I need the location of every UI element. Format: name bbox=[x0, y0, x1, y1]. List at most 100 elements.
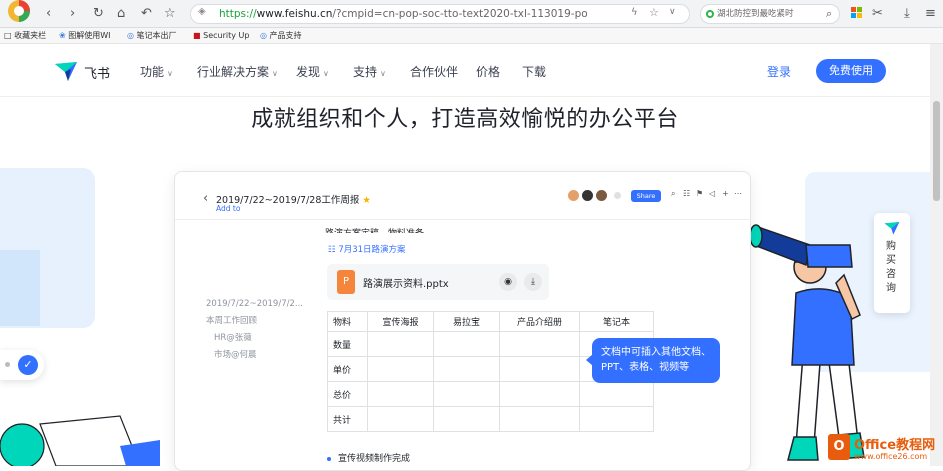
table-header-cell[interactable]: 物料 bbox=[327, 311, 368, 332]
search-placeholder: 湖北防控到最吃紧时 bbox=[717, 9, 794, 19]
share-button[interactable]: Share bbox=[631, 190, 661, 202]
status-pill[interactable]: ✓ bbox=[0, 350, 44, 380]
undo-close-icon[interactable]: ↶ bbox=[141, 0, 152, 28]
avatar-more[interactable] bbox=[613, 191, 622, 200]
doc-preview-card: ‹ 2019/7/22~2019/7/28工作周报 ★ Add to Share … bbox=[174, 171, 751, 471]
file-name: 路演展示资料.pptx bbox=[363, 279, 449, 290]
avatar[interactable] bbox=[567, 189, 580, 202]
nav-item-discover[interactable]: 发现 ∨ bbox=[296, 63, 329, 80]
table-cell[interactable] bbox=[499, 356, 580, 382]
doc-link[interactable]: ☷ 7月31日路演方案 bbox=[328, 243, 406, 255]
outline-item[interactable]: 本周工作回顾 bbox=[206, 313, 303, 330]
add-icon[interactable]: + bbox=[722, 189, 729, 198]
table-row-label[interactable]: 数量 bbox=[327, 331, 368, 357]
table-row-label[interactable]: 共计 bbox=[327, 406, 368, 432]
bookmark-item[interactable]: ❀ 图解使用WI bbox=[59, 30, 111, 42]
outline-item[interactable]: 2019/7/22~2019/7/2... bbox=[206, 296, 303, 313]
table-cell[interactable] bbox=[579, 381, 654, 407]
more-icon[interactable]: ⋯ bbox=[734, 189, 742, 198]
bookmark-folder[interactable]: □ 收藏夹栏 bbox=[4, 30, 46, 42]
bookmark-item[interactable]: ■ Security Up bbox=[193, 30, 249, 42]
menu-icon[interactable]: ≡ bbox=[925, 0, 936, 28]
avatar[interactable] bbox=[581, 189, 594, 202]
table-cell[interactable] bbox=[367, 381, 434, 407]
back-chevron-icon[interactable]: ‹ bbox=[203, 191, 208, 206]
avatar[interactable] bbox=[595, 189, 608, 202]
logo-text[interactable]: 飞书 bbox=[84, 63, 110, 82]
chevron-down-icon: ∨ bbox=[380, 69, 386, 78]
apps-icon[interactable] bbox=[851, 0, 862, 28]
hero-title: 成就组织和个人，打造高效愉悦的办公平台 bbox=[251, 107, 679, 132]
purchase-consult-button[interactable]: 购买咨询 bbox=[874, 213, 910, 313]
nav-item-pricing[interactable]: 价格 bbox=[476, 63, 500, 80]
download-icon[interactable]: ⤓ bbox=[524, 273, 542, 291]
table-row-label[interactable]: 单价 bbox=[327, 356, 368, 382]
comment-icon[interactable]: ☷ bbox=[683, 189, 690, 198]
login-link[interactable]: 登录 bbox=[767, 63, 791, 80]
scissors-icon[interactable]: ✂ bbox=[872, 0, 883, 28]
nav-item-support[interactable]: 支持 ∨ bbox=[353, 63, 386, 80]
bookmarks-bar: □ 收藏夹栏 ❀ 图解使用WI ◎ 笔记本出厂 ■ Security Up ◎ … bbox=[0, 28, 943, 44]
pin-icon[interactable]: ⚑ bbox=[696, 189, 703, 198]
forward-icon[interactable]: › bbox=[70, 0, 75, 28]
table-cell[interactable] bbox=[499, 406, 580, 432]
nav-item-download[interactable]: 下载 bbox=[522, 63, 546, 80]
table-cell[interactable] bbox=[367, 356, 434, 382]
search-input[interactable]: 湖北防控到最吃紧时 bbox=[700, 4, 840, 24]
table-cell[interactable] bbox=[499, 381, 580, 407]
table-cell[interactable] bbox=[433, 406, 500, 432]
doc-add-to-link[interactable]: Add to bbox=[216, 204, 240, 213]
doc-outline: 2019/7/22~2019/7/2... 本周工作回顾 HR@张薇 市场@何晨 bbox=[206, 296, 303, 364]
check-icon: ✓ bbox=[18, 355, 38, 375]
page-scrollbar[interactable] bbox=[930, 44, 943, 466]
table-row-label[interactable]: 总价 bbox=[327, 381, 368, 407]
file-attachment[interactable]: P 路演展示资料.pptx ◉ ⤓ bbox=[327, 264, 549, 300]
star-icon[interactable]: ★ bbox=[362, 195, 371, 206]
address-bar[interactable]: ◈ https://www.feishu.cn/?cmpid=cn-pop-so… bbox=[190, 4, 690, 24]
nav-item-solutions[interactable]: 行业解决方案 ∨ bbox=[197, 63, 278, 80]
favorite-star-icon[interactable]: ☆ bbox=[164, 0, 176, 28]
table-header-cell[interactable]: 产品介绍册 bbox=[499, 311, 580, 332]
preview-eye-icon[interactable]: ◉ bbox=[499, 273, 517, 291]
table-cell[interactable] bbox=[367, 331, 434, 357]
feishu-logo-icon[interactable] bbox=[54, 60, 78, 82]
back-icon[interactable]: ‹ bbox=[46, 0, 51, 28]
url-text[interactable]: https://www.feishu.cn/?cmpid=cn-pop-soc-… bbox=[219, 5, 588, 23]
scrollbar-thumb[interactable] bbox=[933, 101, 940, 201]
speaker-icon[interactable]: ◁ bbox=[709, 189, 715, 198]
chevron-down-icon[interactable]: ∨ bbox=[669, 7, 676, 17]
doc-icon: ☷ bbox=[328, 245, 339, 255]
search-icon[interactable]: ⌕ bbox=[671, 189, 675, 199]
table-header-cell[interactable]: 易拉宝 bbox=[433, 311, 500, 332]
table-row: 共计 bbox=[327, 406, 654, 432]
table-header-cell[interactable]: 宣传海报 bbox=[367, 311, 434, 332]
tooltip-line: PPT、表格、视频等 bbox=[601, 362, 690, 373]
table-cell[interactable] bbox=[499, 331, 580, 357]
table-cell[interactable] bbox=[433, 356, 500, 382]
bookmark-item[interactable]: ◎ 产品支持 bbox=[260, 30, 302, 42]
table-cell[interactable] bbox=[579, 406, 654, 432]
table-cell[interactable] bbox=[433, 381, 500, 407]
table-header-cell[interactable]: 笔记本 bbox=[579, 311, 654, 332]
doc-header: ‹ 2019/7/22~2019/7/28工作周报 ★ Add to Share … bbox=[175, 172, 750, 220]
paper-illustration bbox=[0, 415, 160, 466]
site-header: 飞书 功能 ∨ 行业解决方案 ∨ 发现 ∨ 支持 ∨ 合作伙伴 价格 下载 登录 免费使… bbox=[0, 45, 930, 97]
bullet-icon bbox=[327, 456, 331, 461]
watermark-title: Office教程网 bbox=[854, 438, 936, 453]
table-cell[interactable] bbox=[433, 331, 500, 357]
lightning-icon[interactable]: ϟ bbox=[631, 7, 638, 18]
reload-icon[interactable]: ↻ bbox=[93, 0, 104, 28]
home-icon[interactable]: ⌂ bbox=[117, 0, 125, 28]
download-icon[interactable]: ⤓ bbox=[904, 0, 910, 28]
bookmark-item[interactable]: ◎ 笔记本出厂 bbox=[127, 30, 177, 42]
search-icon[interactable]: ⌕ bbox=[826, 0, 832, 28]
nav-item-features[interactable]: 功能 ∨ bbox=[140, 63, 173, 80]
free-trial-button[interactable]: 免费使用 bbox=[816, 59, 886, 83]
bookmark-star-icon[interactable]: ☆ bbox=[649, 6, 659, 19]
table-cell[interactable] bbox=[367, 406, 434, 432]
outline-item[interactable]: 市场@何晨 bbox=[206, 347, 303, 364]
nav-item-partners[interactable]: 合作伙伴 bbox=[410, 63, 458, 80]
url-scheme: https:// bbox=[219, 8, 257, 20]
outline-item[interactable]: HR@张薇 bbox=[206, 330, 303, 347]
url-path: /?cmpid=cn-pop-soc-tto-text2020-txl-1130… bbox=[332, 8, 588, 20]
